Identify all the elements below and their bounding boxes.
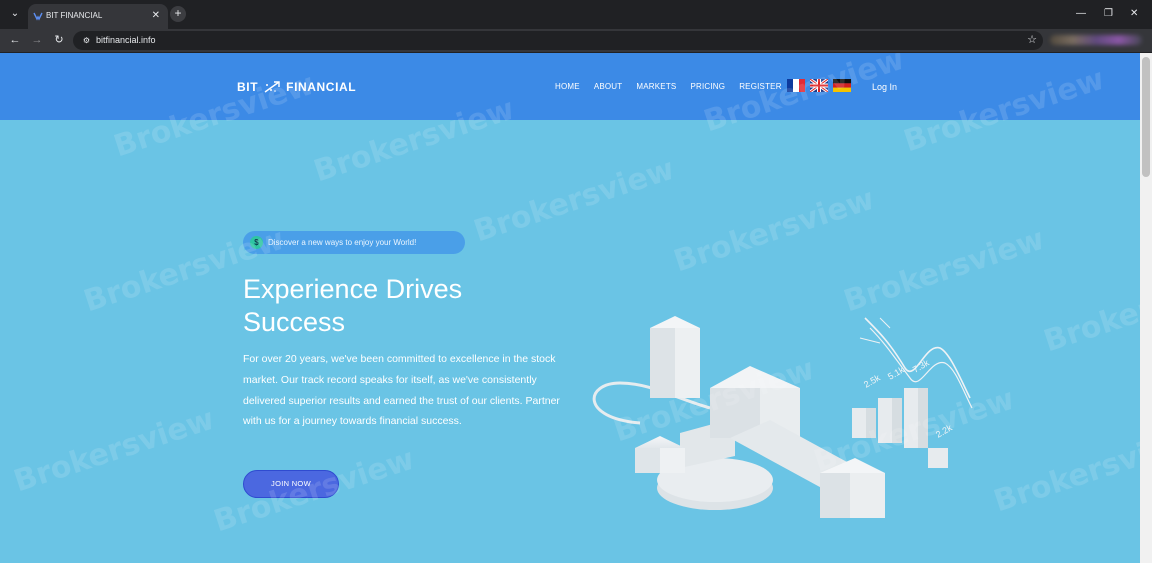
watermark: Brokersview (469, 151, 679, 250)
tab-title: BIT FINANCIAL (46, 11, 103, 20)
chart-label-5-1k: 5.1k (886, 364, 906, 381)
watermark: Brokersview (1039, 261, 1140, 360)
browser-tab-bar: ⌄ BIT FINANCIAL ✕ + — ❐ ✕ (0, 0, 1152, 29)
flag-uk-icon[interactable] (810, 79, 828, 92)
chart-label-2-5k: 2.5k (862, 372, 882, 389)
flag-germany-icon[interactable] (833, 79, 851, 92)
badge-text: Discover a new ways to enjoy your World! (268, 238, 417, 247)
hero-title-line2: Success (243, 307, 346, 337)
reload-icon[interactable]: ↻ (52, 33, 66, 47)
forward-icon[interactable]: → (30, 33, 44, 47)
page-viewport: BIT FINANCIAL HOME ABOUT MARKETS PRICING… (0, 53, 1140, 563)
dollar-coin-icon: $ (250, 236, 263, 249)
watermark: Brokersview (9, 401, 219, 500)
hero-title-line1: Experience Drives (243, 274, 463, 304)
isometric-finance-illustration: 2.5k 5.1k 7.3k 2.2k (592, 316, 973, 518)
logo-text-financial: FINANCIAL (286, 80, 357, 94)
join-now-button[interactable]: JOIN NOW (243, 470, 339, 498)
hero-paragraph: For over 20 years, we've been committed … (243, 353, 560, 428)
main-nav: HOME ABOUT MARKETS PRICING REGISTER (555, 82, 796, 91)
nav-home[interactable]: HOME (555, 82, 580, 91)
restore-icon[interactable]: ❐ (1104, 8, 1113, 20)
site-logo[interactable]: BIT FINANCIAL (237, 80, 356, 94)
blurred-extensions-area (1050, 35, 1142, 45)
tab-close-icon[interactable]: ✕ (152, 9, 160, 23)
nav-register[interactable]: REGISTER (739, 82, 782, 91)
address-bar[interactable]: ⚙ bitfinancial.info ☆ (73, 31, 1043, 50)
tab-search-icon[interactable]: ⌄ (8, 7, 22, 21)
minimize-icon[interactable]: — (1076, 8, 1086, 20)
chart-label-2-2k: 2.2k (934, 422, 954, 439)
url-text[interactable]: bitfinancial.info (96, 34, 156, 47)
site-header: BIT FINANCIAL HOME ABOUT MARKETS PRICING… (0, 53, 1140, 120)
window-close-icon[interactable]: ✕ (1130, 8, 1138, 20)
nav-markets[interactable]: MARKETS (636, 82, 676, 91)
address-toolbar: ← → ↻ ⚙ bitfinancial.info ☆ (0, 29, 1152, 52)
browser-tab[interactable]: BIT FINANCIAL ✕ (28, 4, 168, 29)
watermark: Brokersview (989, 421, 1140, 520)
hero-title: Experience Drives Success (243, 273, 563, 339)
page-scrollbar[interactable] (1140, 53, 1152, 563)
scrollbar-thumb[interactable] (1142, 57, 1150, 177)
hero-badge: $ Discover a new ways to enjoy your Worl… (243, 231, 465, 254)
language-switcher (787, 79, 856, 92)
logo-text-bit: BIT (237, 80, 259, 94)
bookmark-star-icon[interactable]: ☆ (1027, 34, 1037, 47)
flag-france-icon[interactable] (787, 79, 805, 92)
back-icon[interactable]: ← (8, 33, 22, 47)
site-info-icon[interactable]: ⚙ (81, 35, 92, 46)
site-favicon-icon (33, 12, 43, 21)
logo-arrow-icon (264, 81, 280, 93)
nav-pricing[interactable]: PRICING (690, 82, 725, 91)
login-link[interactable]: Log In (872, 82, 897, 92)
new-tab-button[interactable]: + (170, 6, 186, 22)
nav-about[interactable]: ABOUT (594, 82, 623, 91)
